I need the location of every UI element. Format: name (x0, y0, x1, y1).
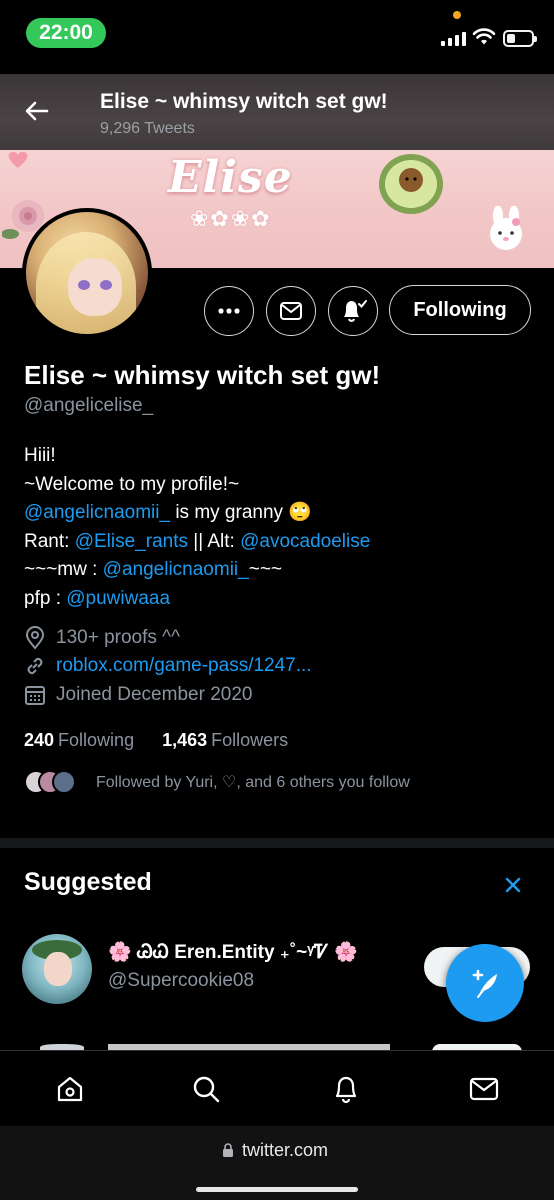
bio-line: ~~~mw : @angelicnaomii_~~~ (24, 559, 283, 581)
following-button[interactable]: Following (389, 285, 531, 335)
mail-icon (280, 302, 302, 320)
privacy-indicator (453, 11, 461, 19)
bell-icon (344, 300, 367, 322)
suggested-user-handle: @Supercookie08 (108, 970, 255, 991)
bio-line: Rant: @Elise_rants || Alt: @avocadoelise (24, 530, 371, 552)
suggested-heading: Suggested (24, 868, 152, 896)
compose-feather-icon (472, 969, 497, 998)
mail-icon (469, 1077, 499, 1101)
mention-link[interactable]: @puwiwaaa (66, 588, 170, 609)
bunny-decoration (490, 206, 522, 250)
section-divider (0, 838, 554, 848)
banner-name-art: Elise (168, 152, 293, 203)
status-bar: 22:00 (0, 0, 554, 70)
more-icon (218, 308, 240, 314)
url-display[interactable]: twitter.com (222, 1140, 328, 1161)
profile-avatar[interactable] (22, 208, 152, 338)
dismiss-suggested-button[interactable] (500, 872, 526, 898)
status-time: 22:00 (26, 18, 106, 48)
close-icon (505, 877, 521, 893)
back-arrow-icon (25, 101, 49, 121)
mention-link[interactable]: @avocadoelise (240, 531, 370, 552)
profile-handle: @angelicelise_ (24, 395, 154, 416)
profile-location: 130+ proofs ^^ (24, 626, 180, 650)
bio-line: @angelicnaomii_ is my granny 🙄 (24, 502, 312, 524)
wifi-icon (472, 28, 496, 45)
bio-line: ~Welcome to my profile!~ (24, 473, 240, 495)
bell-icon (335, 1076, 357, 1104)
nav-messages[interactable] (468, 1073, 500, 1105)
bottom-nav (0, 1050, 554, 1126)
followers-stat[interactable]: 1,463 Followers (162, 730, 288, 751)
nav-home[interactable] (54, 1073, 86, 1105)
back-button[interactable] (22, 96, 52, 126)
location-pin-icon (25, 626, 45, 650)
search-icon (193, 1076, 220, 1103)
profile-header-bar: Elise ~ whimsy witch set gw! 9,296 Tweet… (0, 74, 554, 150)
notifications-button[interactable] (328, 286, 378, 336)
bio-line: Hiii! (24, 445, 56, 466)
home-icon (57, 1076, 83, 1102)
battery-icon (503, 30, 537, 47)
following-stat[interactable]: 240 Following (24, 730, 134, 751)
mention-link[interactable]: @Elise_rants (75, 531, 188, 552)
lock-icon (223, 1143, 233, 1157)
followed-by-text: Followed by Yuri, ♡, and 6 others you fo… (96, 774, 410, 791)
calendar-icon (25, 686, 45, 705)
avatar (52, 770, 76, 794)
website-link[interactable]: roblox.com/game-pass/1247... (56, 655, 312, 677)
heart-decoration (8, 151, 28, 168)
cellular-signal-icon (441, 32, 466, 46)
message-button[interactable] (266, 286, 316, 336)
profile-display-name: Elise ~ whimsy witch set gw! (24, 360, 381, 390)
follow-stats: 240 Following 1,463 Followers (24, 730, 288, 751)
bio-line: pfp : @puwiwaaa (24, 587, 171, 609)
nav-notifications[interactable] (330, 1073, 362, 1105)
followed-by-row[interactable]: Followed by Yuri, ♡, and 6 others you fo… (24, 770, 410, 794)
tweet-count: 9,296 Tweets (100, 120, 195, 137)
profile-website: roblox.com/game-pass/1247... (24, 655, 312, 677)
banner-flowers: ❀✿❀✿ (190, 206, 272, 231)
home-indicator (196, 1187, 358, 1192)
profile-bio: Hiii! ~Welcome to my profile!~ @angelicn… (24, 442, 370, 614)
profile-joined: Joined December 2020 (24, 684, 252, 706)
browser-url-bar: twitter.com (0, 1126, 554, 1200)
link-icon (27, 657, 43, 675)
avocado-decoration (379, 154, 443, 214)
more-button[interactable] (204, 286, 254, 336)
mention-link[interactable]: @angelicnaomii_ (103, 559, 249, 580)
header-title: Elise ~ whimsy witch set gw! (100, 90, 388, 113)
mention-link[interactable]: @angelicnaomii_ (24, 502, 170, 523)
nav-search[interactable] (190, 1073, 222, 1105)
compose-tweet-button[interactable] (446, 944, 524, 1022)
suggested-user-name[interactable]: 🌸 ᏊᏇ Eren.Entity ₊˚~ᵞᏤ 🌸 (108, 940, 358, 964)
suggested-user-avatar[interactable] (22, 934, 92, 1004)
